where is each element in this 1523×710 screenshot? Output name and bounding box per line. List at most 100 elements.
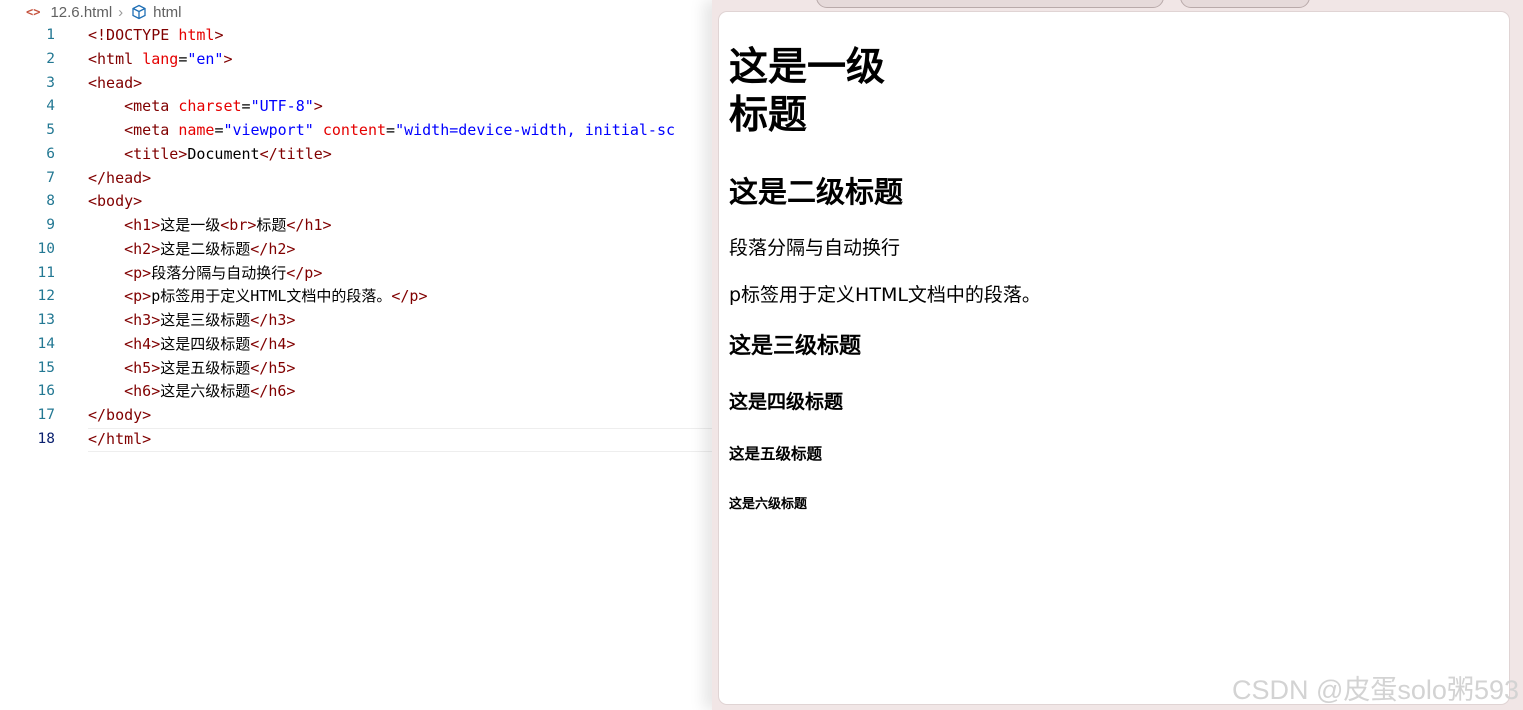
csdn-watermark: CSDN @皮蛋solo粥593 xyxy=(1232,675,1519,705)
code-token: <head> xyxy=(88,73,143,92)
code-line[interactable]: <html lang="en"> xyxy=(88,48,768,72)
code-token: 这是六级标题 xyxy=(160,382,251,401)
code-token: <h6> xyxy=(124,382,161,401)
code-token: 段落分隔与自动换行 xyxy=(151,263,287,282)
code-token: <meta xyxy=(124,121,179,139)
preview-paragraph-1: 段落分隔与自动换行 xyxy=(729,237,901,259)
breadcrumb-symbol[interactable]: html xyxy=(153,4,181,21)
code-editor[interactable]: <> 12.6.html › html 1 2 3 4 5 6 7 8 9 10 11 12 13 14 1… xyxy=(0,0,768,710)
code-line[interactable]: <body> xyxy=(88,190,768,214)
code-token: </h3> xyxy=(250,311,296,329)
code-line[interactable]: <h1>这是一级<br>标题</h1> xyxy=(88,214,768,238)
code-token: > xyxy=(223,49,233,68)
code-token: = xyxy=(241,97,251,116)
code-token: charset xyxy=(178,97,242,116)
code-line[interactable]: <title>Document</title> xyxy=(88,143,768,167)
code-token: name xyxy=(178,121,215,139)
line-number: 10 xyxy=(37,240,55,257)
code-token: </h5> xyxy=(250,358,296,377)
line-number: 6 xyxy=(46,145,55,162)
code-line[interactable]: </head> xyxy=(88,167,768,191)
code-token: <title> xyxy=(124,144,188,163)
code-line[interactable]: </html> xyxy=(88,427,768,452)
code-line[interactable]: <p>段落分隔与自动换行</p> xyxy=(88,262,768,286)
chevron-right-icon: › xyxy=(118,3,124,21)
code-line[interactable]: <meta charset="UTF-8"> xyxy=(88,95,768,119)
code-token: "en" xyxy=(187,49,224,68)
code-line[interactable]: <h3>这是三级标题</h3> xyxy=(88,309,768,333)
code-token: </head> xyxy=(88,168,152,187)
code-token: <h1> xyxy=(124,216,161,234)
line-number: 18 xyxy=(37,430,55,447)
code-token: 这是五级标题 xyxy=(160,358,251,377)
line-number-gutter: 1 2 3 4 5 6 7 8 9 10 11 12 13 14 15 16 17 18 xyxy=(0,24,62,452)
code-token: <h4> xyxy=(124,334,161,353)
code-area[interactable]: <!DOCTYPE html> <html lang="en"> <head> <m… xyxy=(88,24,768,452)
code-token: </h1> xyxy=(286,216,332,234)
code-line[interactable]: <h2>这是二级标题</h2> xyxy=(88,238,768,262)
code-token: "viewport" xyxy=(223,121,314,139)
breadcrumb: <> 12.6.html › html xyxy=(26,2,182,22)
code-line[interactable]: </body> xyxy=(88,404,768,428)
html-file-icon: <> xyxy=(26,5,41,19)
preview-h3: 这是三级标题 xyxy=(729,334,862,359)
preview-h2: 这是二级标题 xyxy=(729,175,904,209)
code-token: </title> xyxy=(259,144,332,163)
line-number: 14 xyxy=(37,335,55,352)
code-token: Document xyxy=(187,144,260,163)
code-line[interactable]: <h6>这是六级标题</h6> xyxy=(88,380,768,404)
line-number: 8 xyxy=(46,193,55,210)
line-number: 9 xyxy=(46,217,55,233)
code-token: 这是一级 xyxy=(160,216,221,234)
line-number: 3 xyxy=(46,74,55,91)
preview-viewport: 这是一级 标题 这是二级标题 段落分隔与自动换行 p标签用于定义HTML文档中的… xyxy=(718,11,1510,705)
code-token: > xyxy=(313,97,323,116)
code-token: "width=device-width, initial-sc xyxy=(395,121,676,139)
line-number: 1 xyxy=(46,27,55,43)
line-number: 15 xyxy=(37,359,55,376)
code-line[interactable]: <h4>这是四级标题</h4> xyxy=(88,333,768,357)
code-token: 这是四级标题 xyxy=(160,334,251,353)
code-token: <!DOCTYPE xyxy=(88,26,179,44)
code-token: = xyxy=(386,121,396,139)
preview-h5: 这是五级标题 xyxy=(729,445,823,463)
line-number: 2 xyxy=(46,50,55,67)
line-number: 11 xyxy=(37,264,55,281)
code-line[interactable]: <h5>这是五级标题</h5> xyxy=(88,357,768,381)
code-token: </h6> xyxy=(250,382,296,401)
code-token: > xyxy=(214,26,224,44)
line-number: 5 xyxy=(46,122,55,138)
code-line[interactable]: <p>p标签用于定义HTML文档中的段落。</p> xyxy=(88,285,768,309)
breadcrumb-file[interactable]: 12.6.html xyxy=(50,4,112,21)
code-token: html xyxy=(178,26,215,44)
code-token: <meta xyxy=(124,97,179,116)
code-token: <p> xyxy=(124,287,152,306)
address-bar[interactable] xyxy=(816,0,1164,8)
code-token: 这是二级标题 xyxy=(160,239,251,258)
line-number: 12 xyxy=(37,288,55,305)
line-number: 4 xyxy=(46,98,55,115)
code-token: <html xyxy=(88,49,143,68)
code-token: <h3> xyxy=(124,311,161,329)
code-line[interactable]: <meta name="viewport" content="width=dev… xyxy=(88,119,768,143)
code-line[interactable]: <!DOCTYPE html> xyxy=(88,24,768,48)
code-token: </html> xyxy=(88,429,152,448)
code-token: 这是三级标题 xyxy=(160,311,251,329)
code-token: content xyxy=(322,121,387,139)
code-token: = xyxy=(178,49,188,68)
toolbar-pill-button[interactable] xyxy=(1180,0,1310,8)
preview-h1-line-2: 标题 xyxy=(729,93,808,138)
preview-paragraph-2: p标签用于定义HTML文档中的段落。 xyxy=(729,284,1041,306)
code-line[interactable]: <head> xyxy=(88,72,768,96)
